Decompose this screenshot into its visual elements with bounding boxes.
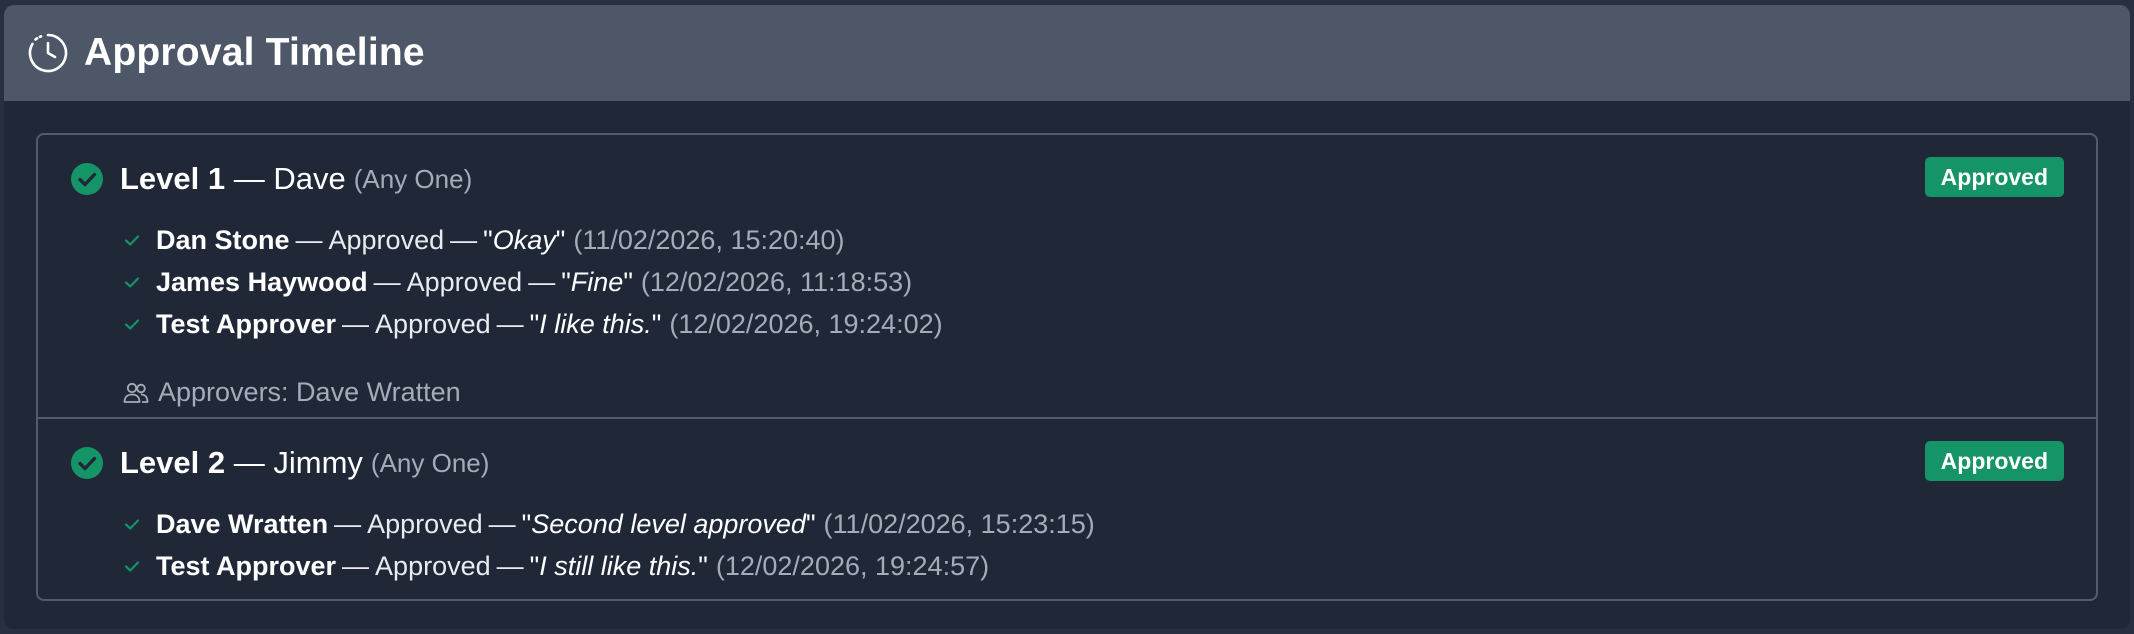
level-mode: (Any One) — [370, 447, 490, 478]
entry-separator: — — [342, 550, 370, 581]
approval-entry: Dan Stone — Approved — " Okay " (11/02/202… — [122, 219, 943, 261]
level-item: Level 2 — Jimmy (Any One) Approved Dave … — [38, 417, 2096, 599]
quote-mark: " — [651, 308, 662, 339]
entry-separator: — — [373, 266, 401, 297]
entry-separator: — — [496, 308, 524, 339]
approval-entry: James Haywood — Approved — " Fine " (12/02… — [122, 261, 943, 303]
quote-mark: " — [623, 266, 633, 297]
levels-list: Level 1 — Dave (Any One) Approved Dan St… — [36, 133, 2098, 601]
check-circle-icon — [71, 447, 103, 479]
approver-name: James Haywood — [156, 266, 368, 297]
approver-name: Test Approver — [156, 550, 337, 581]
approvers-line: Approvers: Dave Wratten — [122, 377, 461, 408]
level-owner: Jimmy — [273, 445, 363, 480]
approval-entries: Dan Stone — Approved — " Okay " (11/02/202… — [122, 219, 943, 345]
entry-comment: I like this. — [539, 308, 652, 339]
level-separator: — — [233, 445, 265, 480]
entry-separator: — — [488, 508, 516, 539]
approval-entry: Test Approver — Approved — " I like this.… — [122, 303, 943, 345]
approver-name: Dan Stone — [156, 224, 290, 255]
entry-comment: Fine — [570, 266, 624, 297]
entry-action: Approved — [406, 266, 523, 297]
entry-timestamp: (12/02/2026, 19:24:02) — [669, 308, 943, 339]
entry-comment: Second level approved — [531, 508, 806, 539]
entry-separator: — — [496, 550, 524, 581]
approval-entry: Dave Wratten — Approved — " Second level … — [122, 503, 1095, 545]
quote-mark: " — [561, 266, 571, 297]
approver-name: Test Approver — [156, 308, 337, 339]
entry-separator: — — [342, 308, 370, 339]
users-icon — [123, 382, 149, 403]
clock-icon — [26, 31, 70, 75]
entry-comment: Okay — [492, 224, 556, 255]
approval-timeline-card: Approval Timeline Level 1 — Dave (Any On… — [4, 5, 2130, 629]
entry-separator: — — [334, 508, 362, 539]
entry-timestamp: (11/02/2026, 15:23:15) — [823, 508, 1095, 539]
entry-separator: — — [528, 266, 556, 297]
entry-timestamp: (12/02/2026, 11:18:53) — [640, 266, 913, 297]
quote-mark: " — [483, 224, 493, 255]
entry-action: Approved — [328, 224, 445, 255]
entry-separator: — — [450, 224, 478, 255]
approver-name: Dave Wratten — [156, 508, 329, 539]
check-icon — [124, 561, 140, 572]
check-icon — [124, 277, 140, 288]
card-body: Level 1 — Dave (Any One) Approved Dan St… — [4, 101, 2130, 601]
level-separator: — — [233, 161, 265, 196]
quote-mark: " — [529, 550, 540, 581]
status-badge: Approved — [1924, 157, 2064, 197]
check-icon — [124, 319, 140, 330]
level-name: Level 2 — [120, 445, 226, 480]
status-badge: Approved — [1924, 441, 2064, 481]
page-title: Approval Timeline — [84, 31, 425, 74]
approval-entries: Dave Wratten — Approved — " Second level … — [122, 503, 1095, 587]
entry-timestamp: (11/02/2026, 15:20:40) — [573, 224, 845, 255]
quote-mark: " — [529, 308, 540, 339]
check-icon — [124, 235, 140, 246]
quote-mark: " — [805, 508, 816, 539]
level-header: Level 2 — Jimmy (Any One) — [70, 442, 489, 484]
entry-timestamp: (12/02/2026, 19:24:57) — [715, 550, 990, 581]
quote-mark: " — [698, 550, 708, 581]
level-owner: Dave — [273, 161, 346, 196]
entry-action: Approved — [375, 308, 491, 339]
check-circle-icon — [71, 163, 103, 195]
approval-entry: Test Approver — Approved — " I still like… — [122, 545, 1095, 587]
level-item: Level 1 — Dave (Any One) Approved Dan St… — [38, 135, 2096, 417]
entry-action: Approved — [367, 508, 483, 539]
level-header: Level 1 — Dave (Any One) — [70, 158, 472, 200]
quote-mark: " — [555, 224, 566, 255]
entry-action: Approved — [375, 550, 491, 581]
check-icon — [124, 519, 140, 530]
quote-mark: " — [521, 508, 532, 539]
card-header: Approval Timeline — [4, 5, 2130, 101]
entry-separator: — — [295, 224, 323, 255]
level-mode: (Any One) — [353, 163, 473, 194]
level-name: Level 1 — [120, 161, 226, 196]
approvers-text: Approvers: Dave Wratten — [158, 377, 461, 407]
entry-comment: I still like this. — [539, 550, 699, 581]
